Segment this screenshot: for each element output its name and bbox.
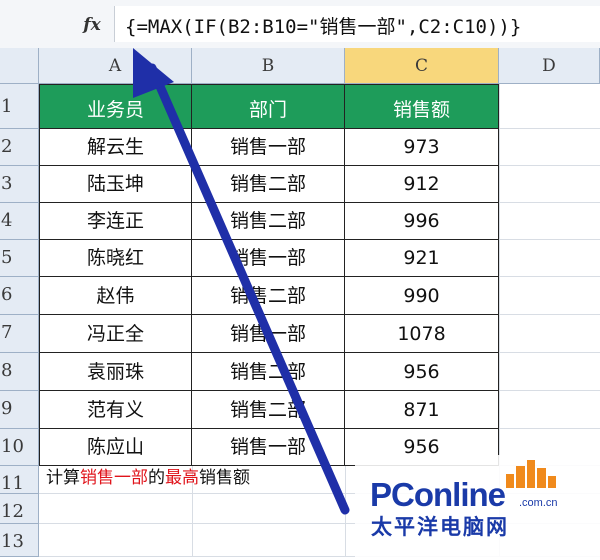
watermark-subtitle: 太平洋电脑网 (371, 515, 509, 539)
note-text: 计算销售一部的最高销售额 (46, 468, 250, 488)
city-skyline-icon (506, 460, 556, 488)
watermark-domain: .com.cn (519, 497, 558, 509)
watermark-brand: PConline (370, 476, 506, 513)
